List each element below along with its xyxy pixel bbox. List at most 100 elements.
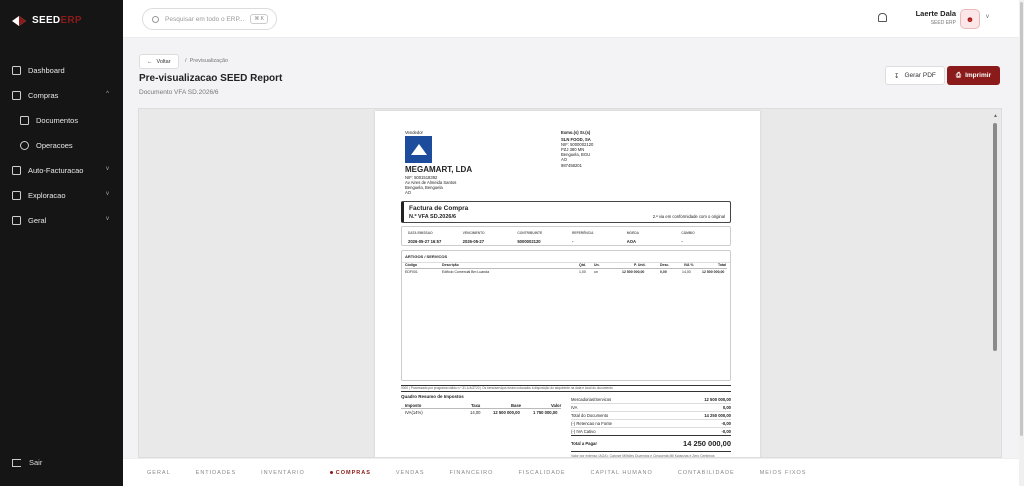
tab-label: FINANCEIRO bbox=[449, 469, 494, 476]
chevron-up-icon: ^ bbox=[106, 91, 109, 97]
tab-contabilidade[interactable]: CONTABILIDADE bbox=[678, 470, 735, 476]
tax-row-base: 12 500 000,00 bbox=[493, 410, 520, 415]
meta-value: 5000002120 bbox=[517, 239, 541, 244]
meta-emission: DATA EMISSAO 2026-05-27 16:57 bbox=[402, 227, 457, 245]
sidebar-item-label: Compras bbox=[28, 91, 59, 100]
back-label: Voltar bbox=[156, 58, 171, 65]
active-dot-icon bbox=[329, 471, 333, 474]
row-unit: un bbox=[594, 270, 598, 274]
chevron-down-icon[interactable]: v bbox=[986, 14, 989, 20]
brand-logo[interactable]: SEEDERP bbox=[12, 15, 82, 26]
tab-meios-fixos[interactable]: MEIOS FIXOS bbox=[760, 470, 807, 476]
dashboard-icon bbox=[12, 66, 21, 75]
tab-inventario[interactable]: INVENTÁRIO bbox=[261, 470, 305, 476]
page-title: Pre-visualizacao SEED Report bbox=[139, 73, 283, 84]
copy-note: 2.ª via em conformidade com o original bbox=[652, 214, 725, 219]
breadcrumb: / Previsualização bbox=[185, 58, 229, 64]
row-qty: 1,00 bbox=[579, 270, 586, 274]
meta-label: CÂMBIO bbox=[681, 231, 695, 235]
tab-geral[interactable]: GERAL bbox=[147, 470, 171, 476]
tab-label: FISCALIDADE bbox=[518, 469, 566, 476]
col-total: Total bbox=[718, 263, 727, 267]
tab-capital-humano[interactable]: CAPITAL HUMANO bbox=[591, 470, 653, 476]
logout-button[interactable]: Sair bbox=[12, 458, 42, 467]
pay-value: 14 250 000,00 bbox=[683, 439, 731, 448]
scroll-up-icon[interactable]: ▲ bbox=[993, 113, 998, 119]
col-description: Descrição bbox=[442, 263, 459, 267]
viewer-scrollbar[interactable]: ▲ bbox=[991, 111, 1000, 457]
total-label: IVA bbox=[571, 405, 578, 410]
main-content: ← Voltar / Previsualização Pre-visualizac… bbox=[123, 38, 1019, 458]
sidebar-item-label: Documentos bbox=[36, 116, 79, 125]
meta-due: VENCIMENTO 2026-05-27 bbox=[457, 227, 512, 245]
total-label: Mercadorias/Servicos bbox=[571, 397, 612, 402]
search-placeholder: Pesquisar em todo o ERP... bbox=[165, 15, 245, 23]
printer-icon: ⎙ bbox=[955, 71, 962, 79]
col-vat: IVA % bbox=[684, 263, 694, 267]
scroll-thumb[interactable] bbox=[993, 123, 997, 351]
total-line: Total do Documento 14 250 000,00 bbox=[571, 412, 731, 420]
total-label: (-) IVA Cativo bbox=[571, 429, 596, 434]
logout-icon bbox=[12, 458, 21, 467]
explore-icon bbox=[12, 191, 21, 200]
sidebar-item-geral[interactable]: Geral v bbox=[0, 208, 123, 233]
pay-label: Total a Pagar bbox=[571, 441, 597, 446]
bell-icon[interactable] bbox=[878, 13, 887, 22]
vendor-name: MEGAMART, LDA bbox=[405, 165, 473, 174]
brand-erp: ERP bbox=[60, 15, 82, 26]
row-total: 12 500 000,00 bbox=[702, 270, 725, 274]
tab-fiscalidade[interactable]: FISCALIDADE bbox=[518, 470, 565, 476]
document-meta: DATA EMISSAO 2026-05-27 16:57 VENCIMENTO 2… bbox=[401, 226, 731, 246]
chevron-down-icon: v bbox=[106, 216, 109, 222]
tax-summary-title: Quadro Resumo de Impostos bbox=[401, 394, 464, 399]
page-scrollbar[interactable] bbox=[1019, 0, 1024, 486]
total-value: -0,00 bbox=[721, 421, 731, 426]
sidebar-item-operacoes[interactable]: Operacoes bbox=[0, 133, 123, 158]
back-button[interactable]: ← Voltar bbox=[139, 54, 179, 69]
items-table: ARTIGOS / SERVICOS Código Descrição Qtd.… bbox=[401, 250, 731, 381]
divider bbox=[405, 268, 727, 269]
sidebar-item-label: Auto-Facturacao bbox=[28, 166, 84, 175]
logo-icon bbox=[12, 15, 26, 26]
top-bar: Pesquisar em todo o ERP... ⌘ K Laerte Dal… bbox=[123, 0, 1019, 38]
cart-icon bbox=[12, 91, 21, 100]
page-scroll-thumb[interactable] bbox=[1020, 2, 1023, 436]
buyer-label: Exmo.(s) Sr.(s) bbox=[561, 130, 591, 135]
vendor-country: AO bbox=[405, 190, 412, 195]
arrow-left-icon: ← bbox=[147, 58, 153, 65]
print-button[interactable]: ⎙ Imprimir bbox=[947, 66, 1000, 85]
user-name: Laerte Dala bbox=[915, 9, 956, 18]
chevron-down-icon: v bbox=[106, 191, 109, 197]
generate-pdf-button[interactable]: ↧ Gerar PDF bbox=[885, 66, 945, 85]
print-label: Imprimir bbox=[965, 72, 992, 79]
tab-compras[interactable]: COMPRAS bbox=[329, 470, 371, 476]
tab-label: ENTIDADES bbox=[195, 469, 237, 476]
buyer-phone: 987458201 bbox=[561, 163, 582, 168]
module-tabs: GERAL ENTIDADES INVENTÁRIO COMPRAS VENDA… bbox=[123, 458, 1019, 486]
tab-entidades[interactable]: ENTIDADES bbox=[196, 470, 236, 476]
tab-label: VENDAS bbox=[395, 469, 425, 476]
tab-financeiro[interactable]: FINANCEIRO bbox=[450, 470, 494, 476]
total-line: Mercadorias/Servicos 12 500 000,00 bbox=[571, 396, 731, 404]
report-viewer[interactable]: Vendedor MEGAMART, LDA NIF: 5001518392 A… bbox=[138, 108, 1002, 458]
sidebar-item-dashboard[interactable]: Dashboard bbox=[0, 58, 123, 83]
tab-vendas[interactable]: VENDAS bbox=[396, 470, 425, 476]
total-value: -0,00 bbox=[721, 429, 731, 434]
meta-exchange: CÂMBIO - bbox=[675, 227, 730, 245]
invoice-icon bbox=[12, 166, 21, 175]
sidebar-item-auto-facturacao[interactable]: Auto-Facturacao v bbox=[0, 158, 123, 183]
sidebar-item-documentos[interactable]: Documentos bbox=[0, 108, 123, 133]
meta-value: AOA bbox=[626, 239, 636, 244]
meta-label: VENCIMENTO bbox=[462, 231, 485, 235]
meta-label: REFERÊNCIA bbox=[572, 231, 594, 235]
search-input[interactable]: Pesquisar em todo o ERP... ⌘ K bbox=[142, 8, 277, 30]
document-type: Factura de Compra bbox=[409, 205, 469, 212]
sidebar-item-compras[interactable]: Compras ^ bbox=[0, 83, 123, 108]
user-menu[interactable]: Laerte Dala SEED ERP bbox=[904, 9, 956, 26]
sidebar-item-exploracao[interactable]: Exploracao v bbox=[0, 183, 123, 208]
chevron-down-icon: v bbox=[106, 166, 109, 172]
avatar[interactable]: ☻ bbox=[960, 9, 980, 29]
operations-icon bbox=[20, 141, 29, 150]
col-qty: Qtd. bbox=[579, 263, 586, 267]
divider bbox=[401, 408, 561, 409]
